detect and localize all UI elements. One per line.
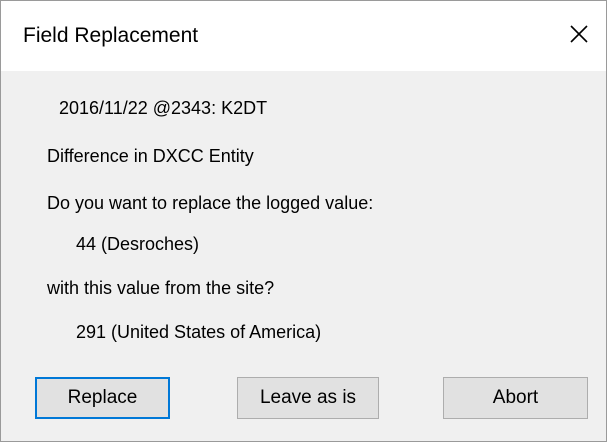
dialog-title: Field Replacement	[23, 24, 199, 47]
replace-button[interactable]: Replace	[35, 377, 170, 419]
abort-button[interactable]: Abort	[443, 377, 588, 419]
close-icon	[570, 25, 588, 43]
title-bar: Field Replacement	[1, 1, 606, 71]
record-line: 2016/11/22 @2343: K2DT	[59, 98, 268, 118]
site-value: 291 (United States of America)	[76, 322, 322, 342]
field-replacement-dialog: Field Replacement 2016/11/22 @2343: K2DT…	[0, 0, 607, 442]
difference-line: Difference in DXCC Entity	[47, 146, 254, 166]
logged-value: 44 (Desroches)	[76, 234, 200, 254]
close-button[interactable]	[558, 13, 600, 55]
leave-as-is-button[interactable]: Leave as is	[237, 377, 379, 419]
question-line: Do you want to replace the logged value:	[47, 193, 374, 213]
site-prompt: with this value from the site?	[47, 278, 275, 298]
